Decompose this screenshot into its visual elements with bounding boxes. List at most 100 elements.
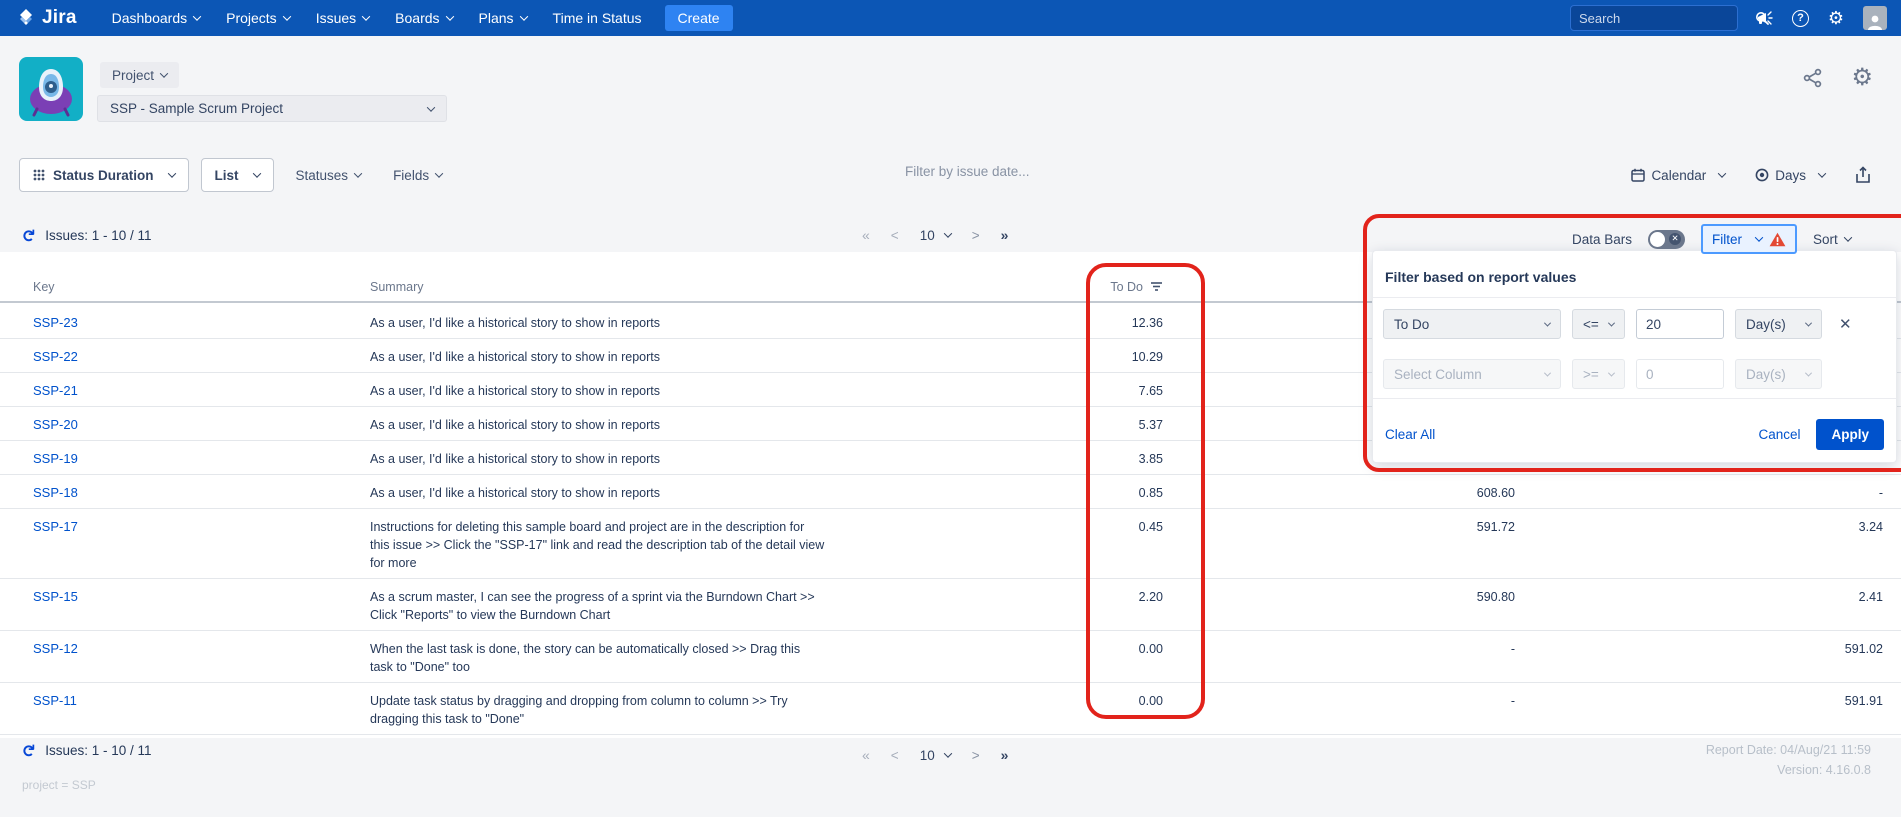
create-button[interactable]: Create — [665, 5, 733, 31]
summary-cell: As a user, I'd like a historical story t… — [370, 475, 840, 508]
date-filter-input[interactable]: Filter by issue date... — [905, 164, 1030, 179]
toolbar: Status Duration List Statuses Fields — [19, 158, 452, 192]
issues-count-bar-bottom: ↻ Issues: 1 - 10 / 11 — [21, 742, 152, 759]
last-page-button[interactable]: » — [1001, 227, 1009, 243]
gear-icon[interactable]: ⚙ — [1825, 7, 1847, 29]
chevron-down-icon — [1818, 169, 1826, 177]
nav-item-dashboards[interactable]: Dashboards — [99, 0, 214, 36]
table-row: SSP-17Instructions for deleting this sam… — [0, 509, 1901, 579]
page-size-select[interactable]: 10 — [920, 748, 951, 763]
issue-key-link[interactable]: SSP-15 — [33, 589, 78, 604]
data-bars-toggle[interactable]: ✕ — [1648, 230, 1685, 249]
sort-dropdown-button[interactable]: Sort — [1813, 232, 1851, 247]
megaphone-icon[interactable] — [1754, 7, 1776, 29]
nav-item-plans[interactable]: Plans — [466, 0, 540, 36]
calendar-dropdown[interactable]: Calendar — [1631, 168, 1725, 183]
issue-key-link[interactable]: SSP-17 — [33, 519, 78, 534]
last-page-button[interactable]: » — [1001, 747, 1009, 763]
first-page-button[interactable]: « — [862, 747, 870, 763]
cancel-button[interactable]: Cancel — [1758, 427, 1800, 442]
calendar-icon — [1631, 168, 1645, 182]
chevron-down-icon — [252, 169, 260, 177]
chevron-down-icon — [193, 12, 201, 20]
todo-value-cell: 0.00 — [840, 683, 1163, 734]
report-type-button[interactable]: Status Duration — [19, 158, 189, 192]
summary-cell: When the last task is done, the story ca… — [370, 631, 840, 682]
export-icon[interactable] — [1855, 166, 1871, 184]
report-controls: Data Bars ✕ Filter Sort — [1572, 224, 1851, 254]
filter-column-select[interactable]: To Do — [1383, 309, 1561, 339]
column-header-summary[interactable]: Summary — [370, 280, 840, 294]
sort-label: Sort — [1813, 232, 1838, 247]
jira-logo-icon — [16, 8, 36, 28]
filter-value-input[interactable] — [1636, 309, 1724, 339]
prev-page-button[interactable]: < — [891, 228, 899, 243]
status-value-cell: - — [1515, 475, 1883, 508]
filter-operator-select[interactable]: <= — [1572, 309, 1625, 339]
chevron-down-icon — [1544, 369, 1551, 376]
refresh-icon[interactable]: ↻ — [20, 743, 37, 757]
nav-item-issues[interactable]: Issues — [303, 0, 382, 36]
nav-item-projects[interactable]: Projects — [213, 0, 303, 36]
filter-operator-select-disabled[interactable]: >= — [1572, 359, 1625, 389]
filter-funnel-icon[interactable] — [1150, 281, 1163, 292]
key-cell: SSP-19 — [33, 441, 370, 474]
project-dropdown-button[interactable]: Project — [100, 62, 179, 88]
project-select[interactable]: SSP - Sample Scrum Project — [97, 95, 447, 122]
filter-panel-footer: Clear All Cancel Apply — [1373, 399, 1896, 450]
nav-item-time-in-status[interactable]: Time in Status — [540, 0, 655, 36]
column-header-key[interactable]: Key — [33, 280, 370, 294]
search-box[interactable] — [1570, 5, 1738, 31]
summary-cell: As a user, I'd like a historical story t… — [370, 441, 840, 474]
key-cell: SSP-18 — [33, 475, 370, 508]
search-input[interactable] — [1579, 11, 1755, 26]
filter-value-input-disabled[interactable] — [1636, 359, 1724, 389]
nav-item-boards[interactable]: Boards — [382, 0, 465, 36]
refresh-icon[interactable]: ↻ — [20, 228, 37, 242]
filter-unit-select-disabled[interactable]: Day(s) — [1735, 359, 1822, 389]
chevron-down-icon — [1805, 369, 1812, 376]
first-page-button[interactable]: « — [862, 227, 870, 243]
issue-key-link[interactable]: SSP-21 — [33, 383, 78, 398]
view-mode-button[interactable]: List — [201, 158, 274, 192]
filter-column-select-disabled[interactable]: Select Column — [1383, 359, 1561, 389]
column-header-todo[interactable]: To Do — [840, 280, 1163, 294]
filter-dropdown-button[interactable]: Filter — [1701, 224, 1797, 254]
user-avatar[interactable] — [1863, 6, 1887, 30]
next-page-button[interactable]: > — [972, 228, 980, 243]
page-size-select[interactable]: 10 — [920, 228, 951, 243]
brand-text: Jira — [42, 7, 77, 29]
issue-key-link[interactable]: SSP-19 — [33, 451, 78, 466]
chevron-down-icon — [445, 12, 453, 20]
issue-key-link[interactable]: SSP-20 — [33, 417, 78, 432]
issue-key-link[interactable]: SSP-12 — [33, 641, 78, 656]
filter-unit-select[interactable]: Day(s) — [1735, 309, 1822, 339]
chevron-down-icon — [1608, 369, 1615, 376]
apply-button[interactable]: Apply — [1816, 419, 1884, 450]
issues-count-bar-top: ↻ Issues: 1 - 10 / 11 — [21, 227, 152, 244]
issue-key-link[interactable]: SSP-18 — [33, 485, 78, 500]
status-value-cell: 591.91 — [1515, 683, 1883, 734]
clear-all-link[interactable]: Clear All — [1385, 427, 1435, 442]
chevron-down-icon — [282, 12, 290, 20]
issue-key-link[interactable]: SSP-22 — [33, 349, 78, 364]
share-icon[interactable] — [1803, 68, 1823, 88]
fields-dropdown[interactable]: Fields — [383, 168, 452, 183]
remove-filter-icon[interactable]: ✕ — [1839, 315, 1852, 333]
status-value-cell: 3.24 — [1515, 509, 1883, 578]
issue-key-link[interactable]: SSP-11 — [33, 693, 77, 708]
next-page-button[interactable]: > — [972, 748, 980, 763]
status-value-cell: - — [1163, 631, 1515, 682]
jira-logo[interactable]: Jira — [16, 7, 77, 29]
key-cell: SSP-12 — [33, 631, 370, 682]
filter-label: Filter — [1712, 232, 1742, 247]
statuses-dropdown[interactable]: Statuses — [286, 168, 372, 183]
unit-dropdown[interactable]: Days — [1755, 168, 1825, 183]
filter-panel: Filter based on report values To Do <= D… — [1372, 250, 1897, 463]
settings-gear-icon[interactable]: ⚙ — [1851, 68, 1873, 88]
key-cell: SSP-15 — [33, 579, 370, 630]
issue-key-link[interactable]: SSP-23 — [33, 315, 78, 330]
prev-page-button[interactable]: < — [891, 748, 899, 763]
data-bars-label: Data Bars — [1572, 232, 1632, 247]
help-icon[interactable]: ? — [1792, 10, 1809, 27]
